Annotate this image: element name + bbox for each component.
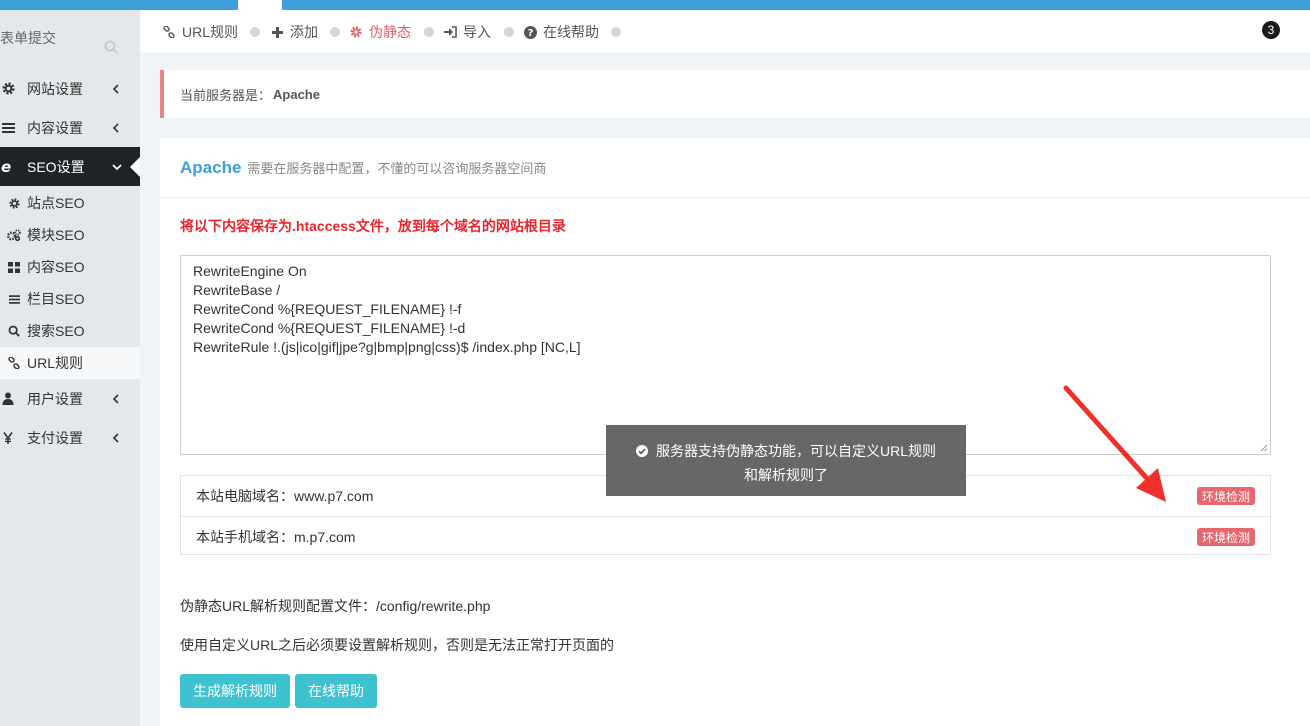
sidebar-item-content-settings[interactable]: 内容设置 — [0, 108, 140, 147]
check-circle-icon — [635, 445, 648, 457]
rule-note-line: 使用自定义URL之后必须要设置解析规则，否则是无法正常打开页面的 — [180, 637, 615, 653]
sign-in-icon — [443, 25, 457, 39]
domain-label: 本站电脑域名：www.p7.com — [196, 488, 374, 504]
search-icon — [7, 324, 21, 338]
list-icon — [0, 120, 16, 136]
plus-icon — [270, 25, 284, 39]
tab-close-dot[interactable] — [424, 27, 434, 37]
chevron-left-icon — [112, 393, 119, 404]
gear-icon — [349, 25, 363, 39]
tab-close-dot[interactable] — [504, 27, 514, 37]
sidebar-sub-item-search-seo[interactable]: 搜索SEO — [0, 315, 140, 347]
domain-row-mobile: 本站手机域名：m.p7.com 环境检测 — [181, 516, 1270, 556]
sidebar-item-website-settings[interactable]: 网站设置 — [0, 69, 140, 108]
sidebar-sub-item-label: URL规则 — [27, 355, 84, 371]
tab-import[interactable]: 导入 — [443, 10, 491, 54]
svg-text:e: e — [1, 159, 11, 174]
gear-icon — [7, 196, 21, 210]
top-bar-notch — [238, 0, 282, 10]
annotation-arrow — [1063, 385, 1166, 502]
generate-rules-button[interactable]: 生成解析规则 — [180, 674, 290, 708]
toast-text-2: 和解析规则了 — [744, 467, 828, 483]
tab-label: 导入 — [463, 24, 491, 40]
sidebar-sub-item-column-seo[interactable]: 栏目SEO — [0, 283, 140, 315]
tab-close-dot[interactable] — [330, 27, 340, 37]
sidebar-sub-item-label: 内容SEO — [27, 259, 85, 275]
toast-line-1: 服务器支持伪静态功能，可以自定义URL规则 — [606, 439, 966, 463]
sidebar-item-label: 支付设置 — [27, 429, 83, 446]
sidebar-sub-item-site-seo[interactable]: 站点SEO — [0, 187, 140, 219]
sidebar-item-label: SEO设置 — [27, 158, 85, 175]
tab-online-help[interactable]: ? 在线帮助 — [523, 10, 599, 54]
sidebar-search[interactable]: 表单提交 — [0, 18, 140, 54]
sidebar-sub-item-module-seo[interactable]: 模块SEO — [0, 219, 140, 251]
env-check-button[interactable]: 环境检测 — [1196, 528, 1255, 546]
notification-count-badge[interactable]: 3 — [1262, 21, 1280, 39]
link-icon — [162, 25, 176, 39]
tab-label: 伪静态 — [369, 24, 411, 40]
sidebar-item-user-settings[interactable]: 用户设置 — [0, 379, 140, 418]
tab-close-dot[interactable] — [611, 27, 621, 37]
sidebar-item-label: 内容设置 — [27, 119, 83, 136]
server-label: 当前服务器是： — [180, 87, 272, 103]
tab-url-rules[interactable]: URL规则 — [162, 10, 238, 54]
sidebar: 表单提交 网站设置 内容设置 e SEO设置 站点SEO 模块SEO 内容SEO… — [0, 10, 140, 726]
panel-header: Apache 需要在服务器中配置，不懂的可以咨询服务器空间商 — [160, 138, 1310, 198]
sidebar-item-seo-settings[interactable]: e SEO设置 — [0, 147, 140, 186]
server-info-alert: 当前服务器是： Apache — [160, 70, 1310, 118]
server-name: Apache — [273, 86, 320, 102]
grid-icon — [7, 260, 21, 274]
gear-icon — [0, 81, 16, 97]
tab-label: 在线帮助 — [543, 24, 599, 40]
toast-text-1: 服务器支持伪静态功能，可以自定义URL规则 — [655, 443, 936, 459]
sidebar-sub-item-label: 栏目SEO — [27, 291, 85, 307]
sidebar-sub-item-label: 搜索SEO — [27, 323, 85, 339]
chevron-left-icon — [112, 83, 119, 94]
internet-explorer-icon: e — [0, 159, 16, 175]
yen-icon — [0, 430, 16, 446]
top-bar — [0, 0, 1310, 10]
sidebar-sub-item-url-rules[interactable]: URL规则 — [0, 347, 140, 379]
sidebar-item-payment-settings[interactable]: 支付设置 — [0, 418, 140, 457]
rewrite-rules-text: RewriteEngine On RewriteBase / RewriteCo… — [193, 263, 581, 355]
sidebar-sub-item-label: 模块SEO — [27, 227, 85, 243]
tab-label: URL规则 — [182, 24, 239, 40]
list-icon — [7, 292, 21, 306]
panel-title: Apache — [180, 157, 242, 177]
sidebar-item-label: 网站设置 — [27, 80, 83, 97]
chevron-down-icon — [112, 163, 122, 170]
gears-icon — [7, 228, 21, 242]
search-icon[interactable] — [104, 40, 118, 54]
domain-label: 本站手机域名：m.p7.com — [196, 528, 356, 545]
sidebar-sub-item-content-seo[interactable]: 内容SEO — [0, 251, 140, 283]
sidebar-sub-item-label: 站点SEO — [27, 195, 85, 211]
link-icon — [7, 356, 21, 370]
question-circle-icon: ? — [523, 25, 537, 39]
tab-add[interactable]: 添加 — [270, 10, 318, 54]
resize-grip-icon[interactable] — [1260, 444, 1268, 452]
online-help-button[interactable]: 在线帮助 — [295, 674, 377, 708]
tab-label: 添加 — [290, 24, 318, 40]
htaccess-instruction: 将以下内容保存为.htaccess文件，放到每个域名的网站根目录 — [180, 218, 566, 234]
success-toast: 服务器支持伪静态功能，可以自定义URL规则 和解析规则了 — [606, 425, 966, 496]
tab-bar: URL规则 添加 伪静态 导入 ? 在线帮助 3 — [140, 10, 1310, 54]
tab-close-dot[interactable] — [250, 27, 260, 37]
chevron-left-icon — [112, 432, 119, 443]
user-icon — [0, 391, 16, 407]
svg-text:?: ? — [527, 28, 533, 39]
chevron-left-icon — [112, 122, 119, 133]
env-check-button[interactable]: 环境检测 — [1196, 487, 1255, 505]
panel-subtitle: 需要在服务器中配置，不懂的可以咨询服务器空间商 — [247, 161, 547, 176]
tab-pseudo-static[interactable]: 伪静态 — [349, 10, 411, 54]
config-file-line: 伪静态URL解析规则配置文件：/config/rewrite.php — [180, 598, 491, 614]
sidebar-item-label: 用户设置 — [27, 390, 83, 407]
search-input[interactable]: 表单提交 — [0, 28, 56, 48]
